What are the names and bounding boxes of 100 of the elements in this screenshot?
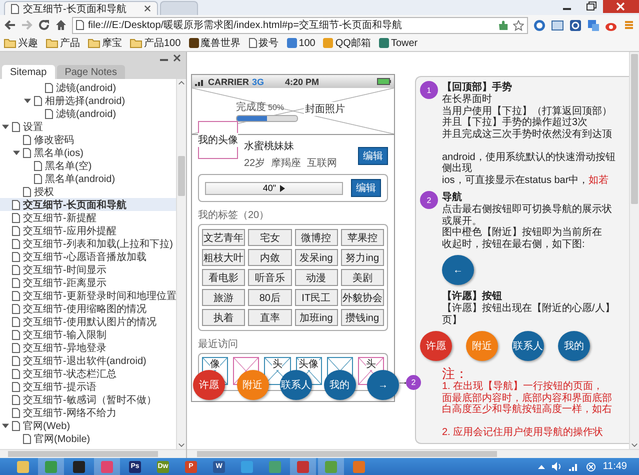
scrollbar-thumb[interactable] <box>178 156 185 196</box>
tree-item[interactable]: 交互细节-使用默认图片的情况 <box>0 315 176 328</box>
bookmark[interactable]: 魔兽世界 <box>188 36 241 50</box>
tree-item[interactable]: 黑名单(空) <box>0 159 176 172</box>
tree-item[interactable]: 交互细节-输入限制 <box>0 328 176 341</box>
home-icon[interactable] <box>55 19 67 31</box>
note-text: 或展开。 <box>442 216 483 226</box>
tree-item[interactable]: 设置 <box>0 120 176 133</box>
expand-arrow-icon[interactable] <box>13 149 20 156</box>
bookmark[interactable]: QQ邮箱 <box>323 36 371 50</box>
tree-item[interactable]: 交互细节-异地登录 <box>0 341 176 354</box>
round-nav-button[interactable]: ← <box>442 255 474 285</box>
tree-item[interactable]: 交互细节-时间显示 <box>0 263 176 276</box>
tree-item[interactable]: 官网(Mobile) <box>0 432 176 445</box>
panel-tab[interactable]: Sitemap <box>2 65 55 79</box>
note-text: 2. 应用会记住用户使用导航的操作状 <box>442 427 604 438</box>
round-nav-button[interactable]: 我的 <box>324 370 356 400</box>
panel-tab[interactable]: Page Notes <box>56 65 125 79</box>
tree-item[interactable]: 黑名单(android) <box>0 172 176 185</box>
speaker-icon[interactable] <box>552 462 562 471</box>
note-text: 并且【下拉】手势的操作超过3次 <box>442 117 589 128</box>
tree-item[interactable]: 交互细节-距离显示 <box>0 276 176 289</box>
tree-item[interactable]: 交互细节-新提醒 <box>0 211 176 224</box>
folder-icon <box>130 38 142 48</box>
round-nav-button[interactable]: 许愿 <box>193 370 225 400</box>
bookmark[interactable]: 兴趣 <box>4 36 38 50</box>
voice-message-button[interactable]: 40" <box>205 182 343 194</box>
window-icon[interactable] <box>551 18 564 32</box>
signal-icon[interactable] <box>568 462 579 471</box>
tree-item[interactable]: 交互细节-应用外提醒 <box>0 224 176 237</box>
tree-item[interactable]: 滤镜(android) <box>0 107 176 120</box>
scrollbar[interactable] <box>176 79 186 449</box>
bookmark[interactable]: Tower <box>378 38 418 48</box>
expand-arrow-icon[interactable] <box>2 422 9 429</box>
star-icon[interactable] <box>513 20 524 30</box>
round-nav-button[interactable]: 联系人 <box>280 370 312 400</box>
battery-icon <box>377 78 391 85</box>
tree-item[interactable]: 滤镜(android) <box>0 81 176 94</box>
tag-chip: 动漫 <box>294 269 338 286</box>
round-nav-button[interactable]: 联系人 <box>512 331 544 361</box>
blocked-icon[interactable] <box>586 462 596 472</box>
close-icon[interactable] <box>144 5 151 12</box>
round-nav-button[interactable]: 我的 <box>558 331 590 361</box>
scroll-up-icon[interactable] <box>178 79 185 86</box>
tree-item[interactable]: 交互细节-退出软件(android) <box>0 354 176 367</box>
scrollbar[interactable] <box>0 449 186 458</box>
expand-arrow-icon[interactable] <box>2 123 9 130</box>
note-text: 【许愿】按钮出现在【附近的心愿/人】 <box>442 303 616 314</box>
back-icon[interactable] <box>4 19 16 31</box>
edit-button[interactable]: 编辑 <box>351 179 381 197</box>
tree-item[interactable]: 修改密码 <box>0 133 176 146</box>
expand-arrow-icon[interactable] <box>24 97 31 104</box>
scrollbar-thumb[interactable] <box>197 451 497 457</box>
connector-line <box>397 382 409 384</box>
scroll-down-icon[interactable] <box>178 442 185 449</box>
scrollbar[interactable] <box>187 449 639 458</box>
tree-item[interactable]: 授权 <box>0 185 176 198</box>
tag-chip: 外貌协会 <box>340 289 384 306</box>
note-text: 白高度至少和导航按钮高度一样，如右 <box>442 404 613 416</box>
note-text: 1. 在出现【导航】一行按钮的页面， <box>442 381 604 392</box>
bookmark[interactable]: 拨号 <box>248 36 279 50</box>
avatar-label: 像 <box>210 359 220 370</box>
address-field[interactable]: file:///E:/Desktop/暖暖原形需求图/index.html#p=交互细节-长页面和导航 <box>72 16 528 34</box>
tree-item[interactable]: 交互细节-敏感词（暂时不做） <box>0 393 176 406</box>
round-nav-button[interactable]: → <box>367 370 399 400</box>
tag-chip: 听音乐 <box>248 269 292 286</box>
tree-item[interactable]: 交互细节-使用缩略图的情况 <box>0 302 176 315</box>
caret-icon[interactable] <box>538 464 545 469</box>
tree-item[interactable]: 黑名单(ios) <box>0 146 176 159</box>
bookmark[interactable]: 摩宝 <box>88 36 122 50</box>
bookmark[interactable]: 产品 <box>46 36 80 50</box>
scrollbar-thumb[interactable] <box>8 451 158 457</box>
browser-tab[interactable]: 交互细节-长页面和导航 <box>4 1 158 15</box>
close-icon[interactable] <box>173 54 181 62</box>
tree-item[interactable]: 交互细节-状态栏汇总 <box>0 367 176 380</box>
scroll-down-icon[interactable] <box>631 442 638 449</box>
tree-item[interactable]: 交互细节-提示语 <box>0 380 176 393</box>
scrollbar-thumb[interactable] <box>631 54 638 204</box>
tree-item[interactable]: 官网(Web) <box>0 419 176 432</box>
tree-item[interactable]: 交互细节-更新登录时间和地理位置 <box>0 289 176 302</box>
scrollbar[interactable] <box>629 52 639 449</box>
network-label: 3G <box>252 76 264 86</box>
tree-item[interactable]: 交互细节-心愿语音播放加载 <box>0 250 176 263</box>
tree-item[interactable]: 交互细节-网络不给力 <box>0 406 176 419</box>
tree-item[interactable]: 交互细节-列表和加载(上拉和下拉) <box>0 237 176 250</box>
tree-item[interactable]: 相册选择(android) <box>0 94 176 107</box>
avatar-label: 我的头像 <box>198 133 238 147</box>
bookmark[interactable]: 产品100 <box>130 36 181 50</box>
progress-value: 50% <box>268 103 284 112</box>
round-nav-button[interactable]: 许愿 <box>420 331 452 361</box>
bookmark[interactable]: 100 <box>286 38 316 48</box>
tag-chip: 苹果控 <box>340 229 384 246</box>
tag-chip: 微博控 <box>294 229 338 246</box>
section-title: 最近访问 <box>198 338 239 351</box>
menu-icon[interactable] <box>623 19 635 31</box>
close-icon[interactable] <box>603 0 639 13</box>
edit-button[interactable]: 编辑 <box>358 147 388 165</box>
tree-item[interactable]: 交互细节-长页面和导航 <box>0 198 176 211</box>
reload-icon[interactable] <box>38 19 50 31</box>
tag-chip: 内敛 <box>248 249 292 266</box>
